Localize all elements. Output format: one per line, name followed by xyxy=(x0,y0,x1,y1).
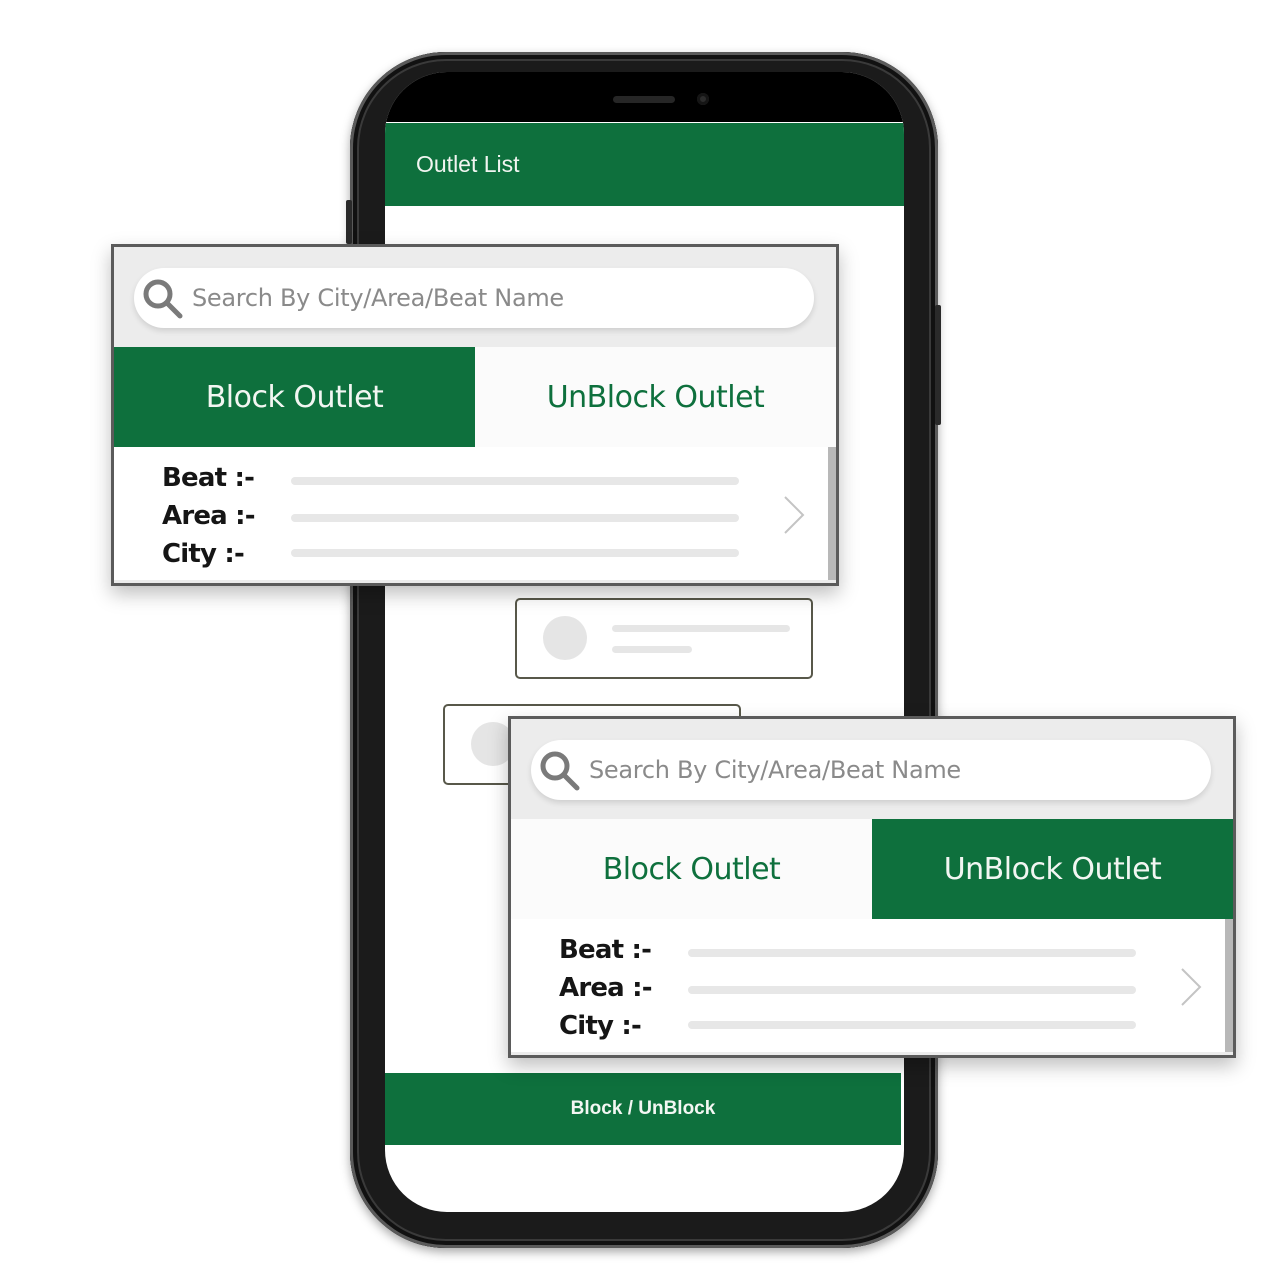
city-label: City :- xyxy=(162,539,245,569)
beat-label: Beat :- xyxy=(559,935,652,965)
search-icon xyxy=(540,751,580,791)
page-title: Outlet List xyxy=(416,151,520,177)
tab-block-outlet[interactable]: Block Outlet xyxy=(114,347,475,447)
notch xyxy=(385,72,904,122)
search-input[interactable]: Search By City/Area/Beat Name xyxy=(134,268,814,328)
avatar xyxy=(543,616,587,660)
chevron-right-icon[interactable] xyxy=(782,495,806,535)
tab-block-outlet[interactable]: Block Outlet xyxy=(511,819,872,919)
block-unblock-button[interactable]: Block / UnBlock xyxy=(385,1073,901,1145)
tab-bar: Block Outlet UnBlock Outlet xyxy=(511,819,1233,919)
outlet-filter-panel-unblock: Search By City/Area/Beat Name Block Outl… xyxy=(508,716,1236,1058)
outlet-detail-row[interactable]: Beat :- Area :- City :- xyxy=(114,447,836,580)
city-value-placeholder xyxy=(291,549,739,557)
camera-icon xyxy=(697,93,709,105)
chevron-right-icon[interactable] xyxy=(1179,967,1203,1007)
outlet-list-item[interactable] xyxy=(515,598,813,679)
city-label: City :- xyxy=(559,1011,642,1041)
outlet-detail-row[interactable]: Beat :- Area :- City :- xyxy=(511,919,1233,1052)
block-unblock-label: Block / UnBlock xyxy=(570,1098,716,1119)
speaker-icon xyxy=(613,96,675,103)
search-placeholder: Search By City/Area/Beat Name xyxy=(589,756,961,784)
outlet-filter-panel-block: Search By City/Area/Beat Name Block Outl… xyxy=(111,244,839,586)
tab-unblock-outlet[interactable]: UnBlock Outlet xyxy=(872,819,1233,919)
search-placeholder: Search By City/Area/Beat Name xyxy=(192,284,564,312)
city-value-placeholder xyxy=(688,1021,1136,1029)
beat-value-placeholder xyxy=(291,477,739,485)
app-header: Outlet List xyxy=(385,123,904,206)
placeholder-line xyxy=(612,646,692,653)
area-label: Area :- xyxy=(162,501,256,531)
beat-value-placeholder xyxy=(688,949,1136,957)
beat-label: Beat :- xyxy=(162,463,255,493)
search-icon xyxy=(143,279,183,319)
phone-side-button xyxy=(935,305,941,425)
area-value-placeholder xyxy=(688,986,1136,994)
tab-bar: Block Outlet UnBlock Outlet xyxy=(114,347,836,447)
area-label: Area :- xyxy=(559,973,653,1003)
search-input[interactable]: Search By City/Area/Beat Name xyxy=(531,740,1211,800)
area-value-placeholder xyxy=(291,514,739,522)
tab-unblock-outlet[interactable]: UnBlock Outlet xyxy=(475,347,836,447)
phone-side-button xyxy=(346,200,352,244)
placeholder-line xyxy=(612,625,790,632)
